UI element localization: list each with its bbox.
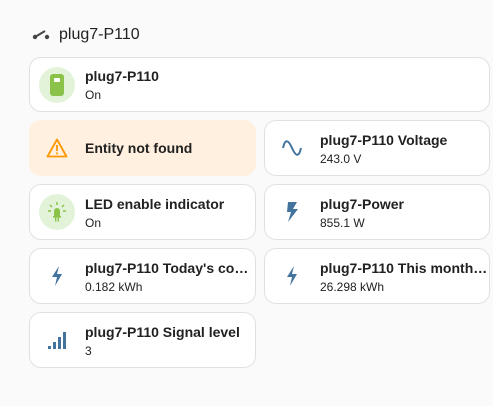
entity-name: plug7-P110 Today's consumption (85, 259, 255, 276)
entity-not-found-card: Entity not found (29, 120, 256, 176)
entity-state: 0.182 kWh (85, 279, 143, 294)
entity-state: 855.1 W (320, 215, 365, 230)
main-switch-card[interactable]: plug7-P110 On (29, 57, 490, 112)
power-plug-icon[interactable] (39, 66, 75, 103)
card-header: plug7-P110 (30, 22, 140, 48)
power-socket-icon (30, 24, 52, 46)
power-card[interactable]: plug7-Power 855.1 W (264, 184, 490, 240)
month-consumption-card[interactable]: plug7-P110 This month's consumption 26.2… (264, 248, 490, 304)
header-title: plug7-P110 (59, 26, 140, 43)
voltage-card[interactable]: plug7-P110 Voltage 243.0 V (264, 120, 490, 176)
lightning-icon (274, 258, 310, 294)
entity-name: plug7-P110 This month's consumption (320, 259, 489, 276)
entity-state: 243.0 V (320, 151, 362, 166)
alert-icon (39, 130, 75, 166)
entity-state: On (85, 215, 102, 230)
sine-wave-icon (274, 130, 310, 166)
entity-state: 3 (85, 343, 92, 358)
flash-icon (274, 194, 310, 230)
entity-name: LED enable indicator (85, 195, 225, 212)
entity-name: plug7-Power (320, 195, 405, 212)
entity-name: plug7-P110 Signal level (85, 323, 240, 340)
warning-text: Entity not found (85, 140, 193, 156)
lightning-icon (39, 258, 75, 294)
entity-name: plug7-P110 Voltage (320, 131, 448, 148)
entity-state: On (85, 88, 102, 102)
signal-icon (39, 322, 75, 358)
led-indicator-card[interactable]: LED enable indicator On (29, 184, 256, 240)
today-consumption-card[interactable]: plug7-P110 Today's consumption 0.182 kWh (29, 248, 256, 304)
entity-name: plug7-P110 (85, 68, 159, 84)
entity-state: 26.298 kWh (320, 279, 385, 294)
signal-level-card[interactable]: plug7-P110 Signal level 3 (29, 312, 256, 368)
led-on-icon[interactable] (39, 194, 75, 230)
